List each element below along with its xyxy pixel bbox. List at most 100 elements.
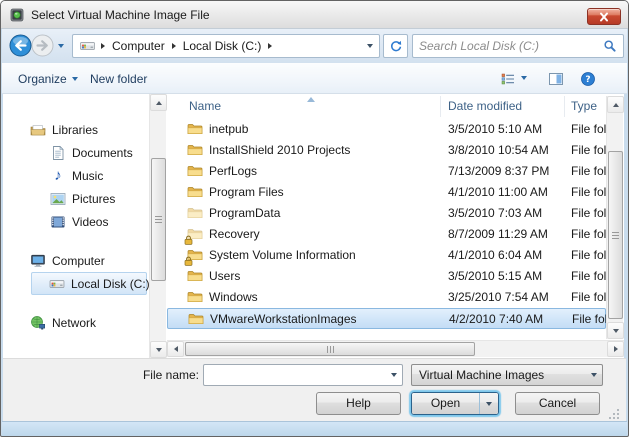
sidebar-scrollbar[interactable] (149, 94, 166, 358)
file-name: Program Files (209, 185, 284, 199)
lock-icon (184, 255, 193, 265)
organize-button[interactable]: Organize (14, 70, 82, 88)
file-type: File folder (571, 143, 609, 157)
breadcrumb-separator-icon[interactable] (268, 43, 272, 49)
search-icon[interactable] (603, 39, 617, 53)
search-box[interactable] (412, 34, 624, 58)
sidebar-item-libraries[interactable]: Libraries (3, 118, 149, 141)
column-header-type[interactable]: Type (565, 96, 606, 117)
sidebar-item-pictures[interactable]: Pictures (3, 187, 149, 210)
open-button[interactable]: Open (412, 393, 480, 414)
file-row-windows[interactable]: Windows3/25/2010 7:54 AMFile folder (167, 287, 606, 308)
file-row-vmwareworkstationimages[interactable]: VMwareWorkstationImages4/2/2010 7:40 AMF… (167, 308, 606, 329)
sidebar-item-documents[interactable]: Documents (3, 141, 149, 164)
sidebar-item-local-disk-c[interactable]: Local Disk (C:) (31, 272, 147, 295)
sidebar-item-label: Pictures (72, 192, 115, 206)
sidebar-item-videos[interactable]: Videos (3, 210, 149, 233)
content-area: Libraries Documents♪Music Pictures Videos Co… (3, 94, 624, 358)
sidebar-item-label: Libraries (52, 123, 98, 137)
cancel-button[interactable]: Cancel (515, 392, 600, 415)
app-icon (9, 7, 25, 23)
list-scrollbar[interactable] (606, 96, 623, 339)
back-button[interactable] (9, 34, 32, 57)
breadcrumb-separator-icon[interactable] (101, 43, 105, 49)
chevron-down-icon (591, 373, 597, 377)
close-button[interactable] (587, 8, 621, 25)
titlebar[interactable]: Select Virtual Machine Image File (1, 1, 628, 29)
file-row-inetpub[interactable]: inetpub3/5/2010 5:10 AMFile folder (167, 119, 606, 140)
pictures-icon (49, 191, 67, 207)
forward-button-disabled (31, 34, 54, 57)
file-type-dropdown[interactable] (586, 365, 602, 385)
disk-icon (48, 276, 66, 292)
address-bar[interactable]: Computer Local Disk (C:) (72, 34, 380, 58)
scroll-down-icon[interactable] (150, 341, 167, 358)
sidebar-item-computer[interactable]: Computer (3, 249, 149, 272)
sidebar-item-network[interactable]: Network (3, 311, 149, 334)
network-icon (29, 315, 47, 331)
file-row-system-volume-information[interactable]: System Volume Information4/1/2010 6:04 A… (167, 245, 606, 266)
sidebar-scroll-thumb[interactable] (151, 158, 166, 281)
help-button[interactable]: Help (316, 392, 401, 415)
recent-pages-dropdown-icon[interactable] (58, 44, 64, 48)
breadcrumb-computer[interactable]: Computer (110, 37, 167, 55)
file-type-select[interactable]: Virtual Machine Images (411, 364, 603, 386)
file-date-modified: 3/25/2010 7:54 AM (448, 290, 549, 304)
file-date-modified: 3/8/2010 10:54 AM (448, 143, 549, 157)
file-row-recovery[interactable]: Recovery8/7/2009 11:29 AMFile folder (167, 224, 606, 245)
help-button-toolbar[interactable]: ? (579, 70, 597, 87)
scroll-up-icon[interactable] (150, 94, 167, 111)
file-row-installshield-2010-projects[interactable]: InstallShield 2010 Projects3/8/2010 10:5… (167, 140, 606, 161)
preview-pane-icon (548, 71, 564, 87)
folder-icon (187, 289, 203, 305)
new-folder-label: New folder (90, 72, 147, 86)
file-name-input[interactable] (204, 366, 386, 384)
file-row-users[interactable]: Users3/5/2010 5:15 AMFile folder (167, 266, 606, 287)
file-date-modified: 3/5/2010 5:10 AM (448, 122, 542, 136)
file-row-perflogs[interactable]: PerfLogs7/13/2009 8:37 PMFile folder (167, 161, 606, 182)
libraries-icon (29, 122, 47, 138)
scroll-down-icon[interactable] (607, 322, 624, 339)
folder-icon (187, 226, 203, 242)
new-folder-button[interactable]: New folder (86, 70, 151, 88)
file-row-program-files[interactable]: Program Files4/1/2010 11:00 AMFile folde… (167, 182, 606, 203)
file-type-value: Virtual Machine Images (419, 368, 586, 382)
open-dropdown[interactable] (480, 393, 498, 414)
column-header-name[interactable]: Name (167, 96, 441, 117)
music-icon: ♪ (49, 168, 67, 184)
scroll-up-icon[interactable] (607, 96, 624, 113)
breadcrumb-separator-icon[interactable] (172, 43, 176, 49)
lock-icon (184, 234, 193, 244)
sidebar-item-music[interactable]: ♪Music (3, 164, 149, 187)
scroll-right-icon[interactable] (607, 341, 624, 357)
search-input[interactable] (419, 39, 603, 53)
file-type: File folder (572, 312, 610, 326)
file-name-dropdown[interactable] (386, 365, 402, 385)
file-date-modified: 4/1/2010 6:04 AM (448, 248, 542, 262)
file-date-modified: 4/2/2010 7:40 AM (449, 312, 543, 326)
resize-grip[interactable] (607, 407, 620, 420)
file-name: PerfLogs (209, 164, 257, 178)
views-dropdown-icon[interactable] (521, 76, 527, 80)
file-type: File folder (571, 164, 609, 178)
column-header-date-modified[interactable]: Date modified (441, 96, 565, 117)
file-name-combo[interactable] (203, 364, 403, 386)
refresh-button[interactable] (383, 34, 408, 58)
address-dropdown-icon[interactable] (367, 44, 373, 48)
sidebar-item-label: Local Disk (C:) (71, 277, 149, 291)
horizontal-scroll-thumb[interactable] (185, 342, 475, 356)
list-scroll-thumb[interactable] (608, 151, 623, 319)
file-row-programdata[interactable]: ProgramData3/5/2010 7:03 AMFile folder (167, 203, 606, 224)
file-date-modified: 4/1/2010 11:00 AM (448, 185, 548, 199)
chevron-down-icon (486, 402, 492, 406)
file-name: Windows (209, 290, 258, 304)
breadcrumb-local-disk[interactable]: Local Disk (C:) (181, 37, 264, 55)
scroll-left-icon[interactable] (167, 341, 184, 357)
folder-icon (187, 205, 203, 221)
preview-pane-button[interactable] (547, 70, 565, 87)
file-name: VMwareWorkstationImages (210, 312, 357, 326)
change-view-button[interactable] (499, 70, 517, 87)
refresh-icon (389, 39, 403, 53)
file-type: File folder (571, 206, 609, 220)
list-horizontal-scrollbar[interactable] (167, 340, 624, 357)
